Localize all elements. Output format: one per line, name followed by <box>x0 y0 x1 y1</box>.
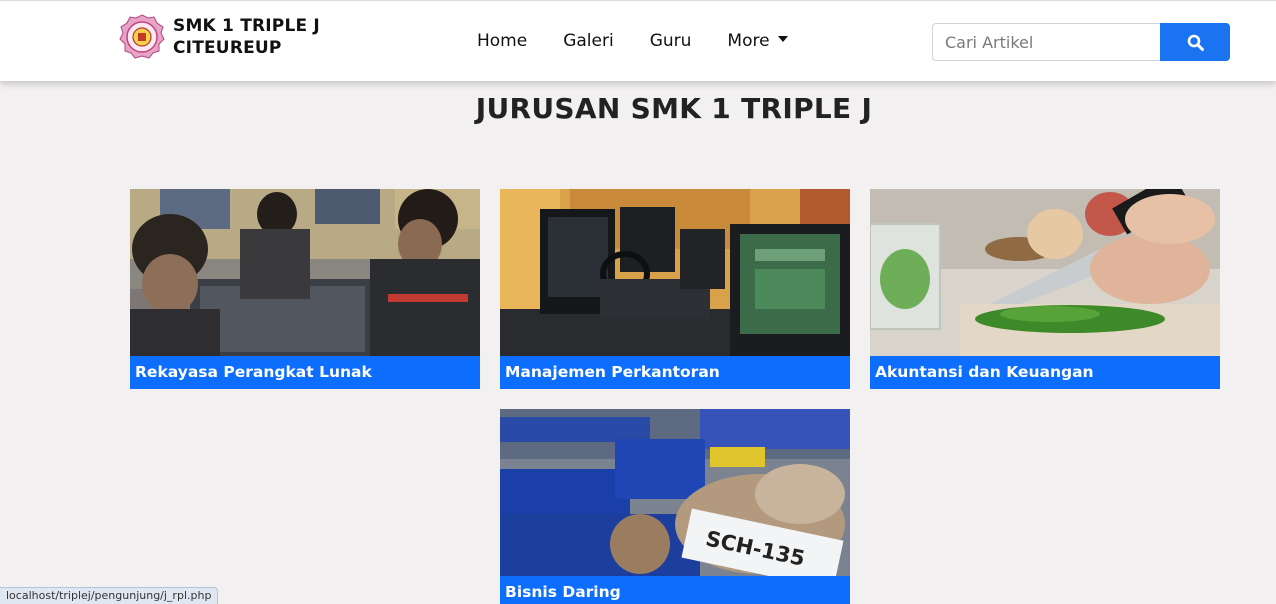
school-logo-icon <box>119 14 165 59</box>
search-icon <box>1187 34 1204 51</box>
caret-down-icon <box>777 36 788 42</box>
top-navbar: SMK 1 TRIPLE J CITEUREUP Home Galeri Gur… <box>0 0 1276 81</box>
nav-guru-link[interactable]: Guru <box>650 29 692 53</box>
nav-home-link[interactable]: Home <box>477 29 527 53</box>
main-nav: Home Galeri Guru More <box>477 29 824 53</box>
brand[interactable]: SMK 1 TRIPLE J CITEUREUP <box>119 14 320 60</box>
search-button[interactable] <box>1160 23 1230 61</box>
nav-galeri-link[interactable]: Galeri <box>563 29 614 53</box>
card-manajemen-perkantoran[interactable]: Manajemen Perkantoran <box>500 189 850 389</box>
nav-more-label: More <box>727 31 770 51</box>
card-caption: Bisnis Daring <box>500 576 850 604</box>
brand-name-line2: CITEUREUP <box>173 38 282 58</box>
brand-name-line1: SMK 1 TRIPLE J <box>173 16 320 36</box>
card-image-kitchen-herbs <box>870 189 1220 356</box>
browser-status-url: localhost/triplej/pengunjung/j_rpl.php <box>0 587 219 604</box>
search-form <box>932 23 1230 61</box>
card-bisnis-daring[interactable]: SCH-135 Bisnis Daring <box>500 409 850 604</box>
card-caption: Rekayasa Perangkat Lunak <box>130 356 480 389</box>
card-caption: Manajemen Perkantoran <box>500 356 850 389</box>
nav-more-dropdown[interactable]: More <box>727 29 788 53</box>
card-image-computer-lab <box>130 189 480 356</box>
card-akuntansi-dan-keuangan[interactable]: Akuntansi dan Keuangan <box>870 189 1220 389</box>
search-input[interactable] <box>932 23 1160 61</box>
card-rekayasa-perangkat-lunak[interactable]: Rekayasa Perangkat Lunak <box>130 189 480 389</box>
card-image-fish-market: SCH-135 <box>500 409 850 576</box>
card-caption: Akuntansi dan Keuangan <box>870 356 1220 389</box>
card-image-office-computers <box>500 189 850 356</box>
page-title: JURUSAN SMK 1 TRIPLE J <box>475 92 873 125</box>
